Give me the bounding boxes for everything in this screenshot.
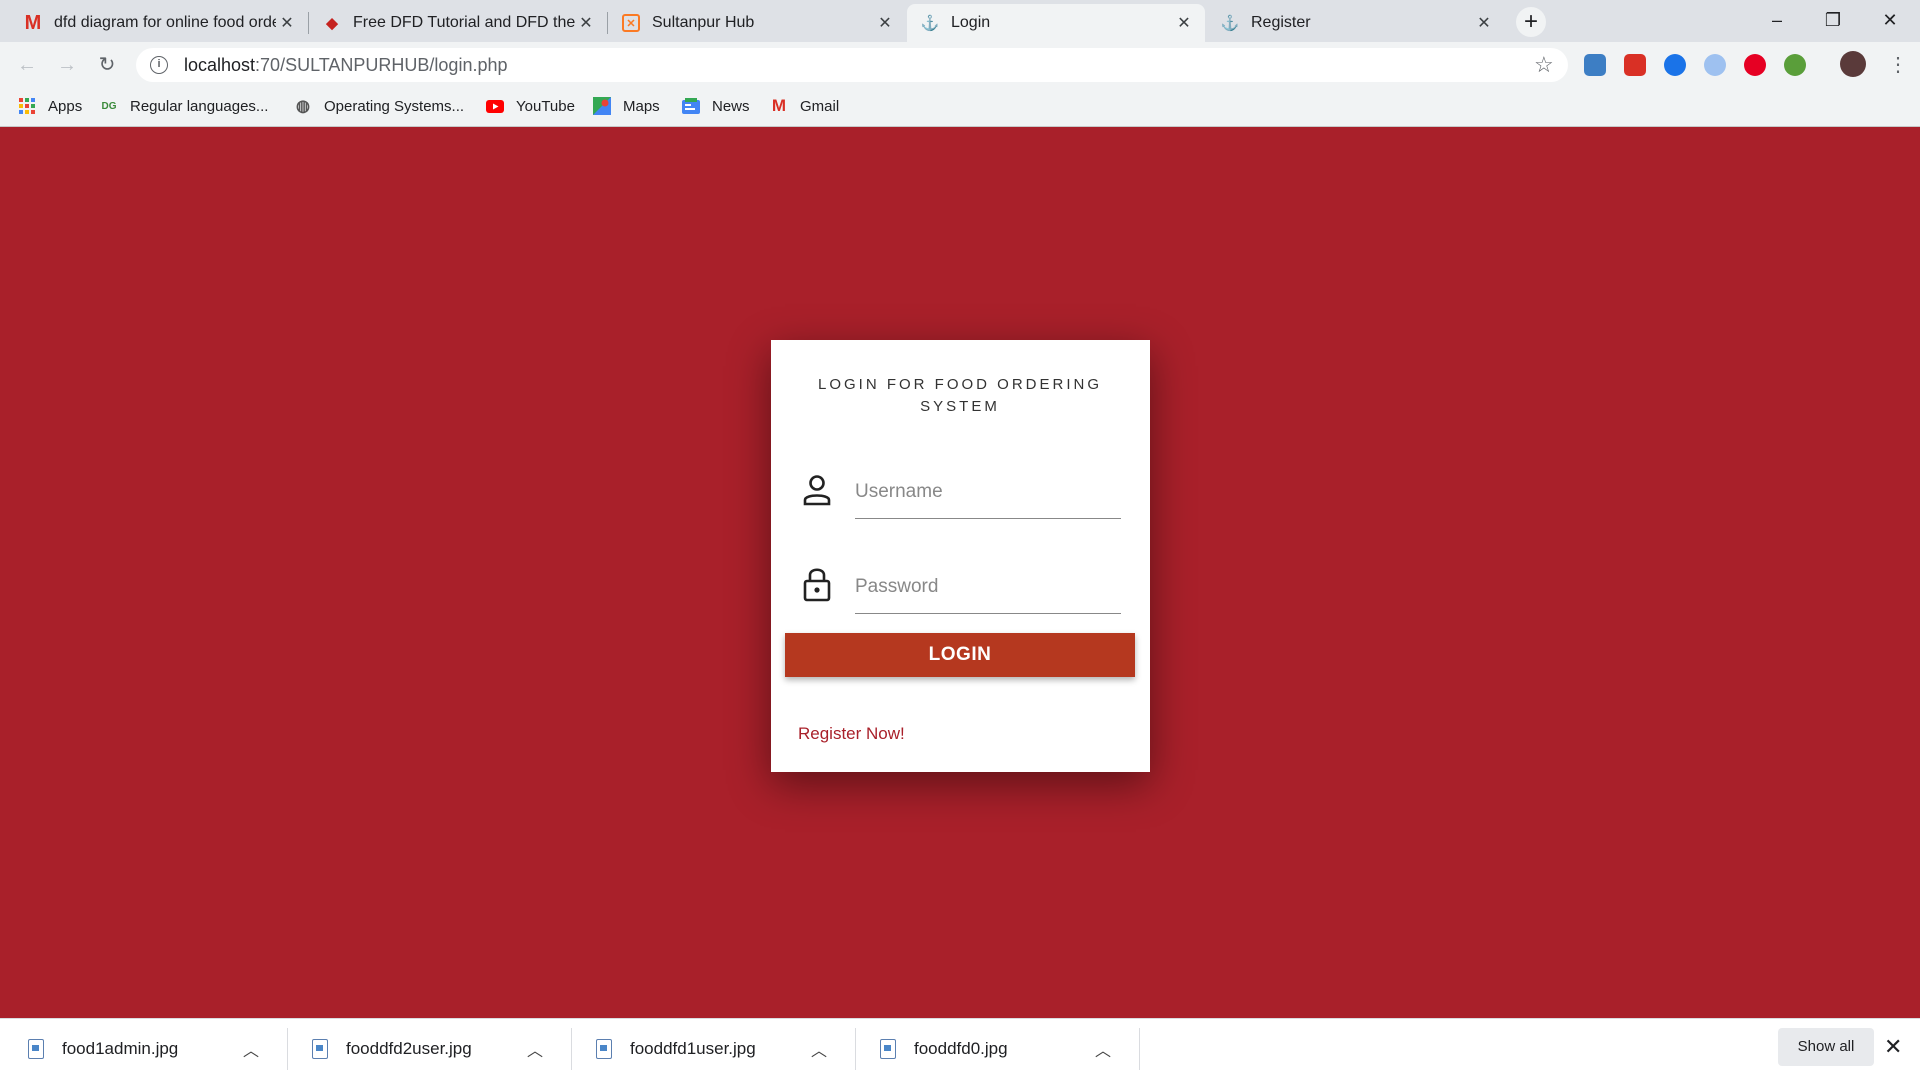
globe-icon: ◍ — [296, 98, 310, 115]
image-file-icon — [880, 1039, 896, 1059]
bookmark-label: Apps — [48, 97, 83, 115]
avatar[interactable] — [1840, 51, 1866, 77]
user-icon — [803, 474, 831, 511]
tab-title: Login — [951, 14, 991, 31]
tab-register[interactable]: ⚓ Register ✕ — [1207, 4, 1505, 42]
bookmark-youtube[interactable]: YouTube — [486, 93, 575, 119]
download-item[interactable]: fooddfd0.jpg ︿ — [852, 1018, 1134, 1080]
close-icon[interactable]: ✕ — [1473, 13, 1495, 33]
address-bar[interactable]: i localhost:70/SULTANPURHUB/login.php — [136, 48, 1568, 82]
show-all-button[interactable]: Show all — [1778, 1028, 1874, 1066]
password-input[interactable] — [855, 565, 1121, 609]
url-path: :70/SULTANPURHUB/login.php — [255, 54, 508, 75]
extension-media-icon[interactable] — [1624, 54, 1646, 76]
lock-icon — [803, 566, 831, 607]
chevron-up-icon[interactable]: ︿ — [236, 1037, 266, 1061]
close-icon[interactable]: ✕ — [874, 13, 896, 33]
bookmark-label: Operating Systems... — [324, 97, 465, 115]
apps-grid-icon — [18, 97, 36, 115]
gmail-m-icon: M — [24, 11, 42, 34]
username-input[interactable] — [855, 470, 1121, 514]
maps-icon — [593, 97, 611, 115]
bookmark-news[interactable]: News — [682, 93, 750, 119]
pinterest-icon[interactable] — [1744, 54, 1766, 76]
back-arrow-icon[interactable]: ← — [12, 50, 42, 80]
site-icon: ⚓ — [920, 15, 940, 32]
site-icon: ⚓ — [1220, 15, 1240, 32]
download-filename: fooddfd0.jpg — [914, 1039, 1008, 1058]
download-divider — [1139, 1028, 1140, 1070]
extension-blue-icon[interactable] — [1664, 54, 1686, 76]
dg-icon: DG — [101, 100, 117, 112]
tab-title: Register — [1251, 14, 1311, 31]
bookmark-maps[interactable]: Maps — [593, 93, 660, 119]
diamond-icon: ◆ — [326, 15, 338, 32]
bookmark-regular-languages[interactable]: DG Regular languages... — [100, 93, 269, 119]
chevron-up-icon[interactable]: ︿ — [804, 1037, 834, 1061]
download-filename: fooddfd1user.jpg — [630, 1039, 756, 1058]
image-file-icon — [596, 1039, 612, 1059]
close-icon[interactable]: ✕ — [1884, 1034, 1902, 1060]
xampp-icon: ✕ — [622, 14, 640, 32]
maximize-button[interactable]: ❐ — [1813, 4, 1853, 36]
password-field[interactable] — [855, 565, 1121, 614]
login-title: LOGIN FOR FOOD ORDERING SYSTEM — [817, 376, 1102, 415]
download-filename: food1admin.jpg — [62, 1039, 179, 1058]
tab-dfd-diagram[interactable]: M dfd diagram for online food orde ✕ — [10, 4, 308, 42]
menu-dots-icon[interactable]: ⋮ — [1888, 52, 1908, 77]
bookmark-label: YouTube — [516, 97, 575, 115]
close-icon[interactable]: ✕ — [575, 13, 597, 33]
extension-globe-icon[interactable] — [1784, 54, 1806, 76]
image-file-icon — [28, 1039, 44, 1059]
new-tab-button[interactable]: + — [1516, 7, 1546, 37]
bookmark-label: Gmail — [800, 97, 840, 115]
bookmark-operating-systems[interactable]: ◍ Operating Systems... — [294, 93, 464, 119]
bookmark-apps[interactable]: Apps — [18, 93, 82, 119]
forward-arrow-icon[interactable]: → — [52, 50, 82, 80]
tab-title: Sultanpur Hub — [652, 14, 755, 31]
image-file-icon — [312, 1039, 328, 1059]
reload-icon[interactable]: ↻ — [92, 50, 122, 80]
tab-login[interactable]: ⚓ Login ✕ — [907, 4, 1205, 42]
youtube-icon — [486, 97, 504, 115]
bookmark-label: News — [712, 97, 750, 115]
download-item[interactable]: fooddfd1user.jpg ︿ — [568, 1018, 850, 1080]
bookmark-label: Maps — [623, 97, 660, 115]
gmail-icon: M — [771, 96, 787, 115]
close-window-button[interactable]: ✕ — [1870, 4, 1910, 36]
extension-snowflake-icon[interactable] — [1704, 54, 1726, 76]
chevron-up-icon[interactable]: ︿ — [1088, 1037, 1118, 1061]
tab-free-dfd-tutorial[interactable]: ◆ Free DFD Tutorial and DFD the b ✕ — [309, 4, 607, 42]
tab-title: Free DFD Tutorial and DFD the b — [353, 14, 575, 31]
minimize-button[interactable]: – — [1757, 4, 1797, 36]
tab-title: dfd diagram for online food orde — [54, 14, 276, 31]
login-button[interactable]: LOGIN — [785, 633, 1135, 677]
news-icon — [682, 97, 700, 115]
download-filename: fooddfd2user.jpg — [346, 1039, 472, 1058]
bookmark-label: Regular languages... — [130, 97, 269, 115]
bookmark-gmail[interactable]: M Gmail — [770, 93, 839, 119]
register-now-link[interactable]: Register Now! — [798, 724, 905, 744]
bookmark-star-icon[interactable]: ☆ — [1534, 52, 1554, 78]
tab-sultanpur-hub[interactable]: ✕ Sultanpur Hub ✕ — [608, 4, 906, 42]
chevron-up-icon[interactable]: ︿ — [520, 1037, 550, 1061]
close-icon[interactable]: ✕ — [1173, 13, 1195, 33]
bookmarks-bar — [0, 88, 1920, 127]
download-item[interactable]: fooddfd2user.jpg ︿ — [284, 1018, 566, 1080]
info-icon[interactable]: i — [150, 56, 168, 74]
extension-a-icon[interactable] — [1584, 54, 1606, 76]
url-host: localhost — [184, 54, 256, 75]
download-item[interactable]: food1admin.jpg ︿ — [0, 1018, 282, 1080]
close-icon[interactable]: ✕ — [276, 13, 298, 33]
username-field[interactable] — [855, 470, 1121, 519]
